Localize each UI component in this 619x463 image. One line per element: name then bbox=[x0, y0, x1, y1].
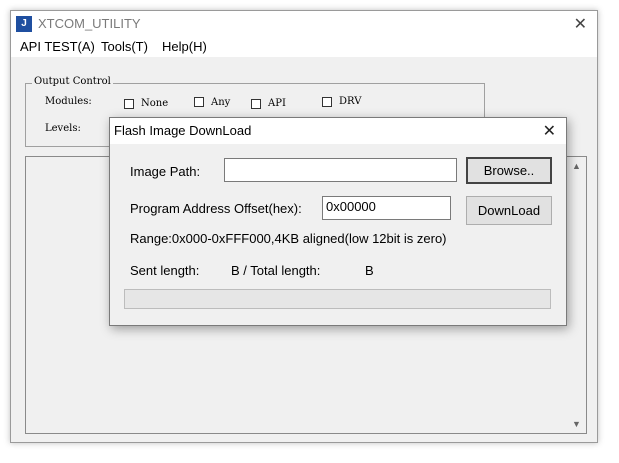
dialog-title: Flash Image DownLoad bbox=[114, 123, 252, 138]
range-text: Range:0x000-0xFFF000,4KB aligned(low 12b… bbox=[130, 231, 447, 246]
total-unit-label: B bbox=[365, 263, 374, 278]
checkbox-api-label: API bbox=[268, 98, 286, 109]
offset-input[interactable]: 0x00000 bbox=[322, 196, 451, 220]
checkbox-any-label: Any bbox=[211, 97, 231, 108]
image-path-label: Image Path: bbox=[130, 164, 201, 179]
scroll-down-icon[interactable]: ▼ bbox=[572, 419, 581, 429]
checkbox-none[interactable] bbox=[124, 99, 134, 109]
offset-label: Program Address Offset(hex): bbox=[130, 201, 302, 216]
close-icon[interactable]: ✕ bbox=[574, 14, 587, 34]
download-progress-bar bbox=[124, 289, 551, 309]
checkbox-drv-label: DRV bbox=[339, 96, 362, 107]
menu-tools[interactable]: Tools(T) bbox=[101, 39, 148, 54]
vertical-scrollbar[interactable]: ▲ ▼ bbox=[570, 159, 584, 431]
image-path-input[interactable] bbox=[224, 158, 457, 182]
app-logo-icon: J bbox=[16, 16, 32, 32]
output-control-legend: Output Control bbox=[32, 76, 113, 87]
flash-download-dialog: Flash Image DownLoad ✕ Image Path: Brows… bbox=[109, 117, 567, 326]
download-button[interactable]: DownLoad bbox=[466, 196, 552, 225]
sent-total-label: B / Total length: bbox=[231, 263, 321, 278]
checkbox-none-label: None bbox=[141, 98, 169, 109]
dialog-close-icon[interactable]: ✕ bbox=[543, 121, 556, 141]
checkbox-any[interactable] bbox=[194, 97, 204, 107]
title-bar: J XTCOM_UTILITY ✕ bbox=[11, 11, 597, 37]
checkbox-drv[interactable] bbox=[322, 97, 332, 107]
levels-label: Levels: bbox=[45, 123, 81, 134]
sent-length-label: Sent length: bbox=[130, 263, 200, 278]
menu-api-test[interactable]: API TEST(A) bbox=[20, 39, 95, 54]
scroll-up-icon[interactable]: ▲ bbox=[572, 161, 581, 171]
menu-help[interactable]: Help(H) bbox=[162, 39, 207, 54]
checkbox-api[interactable] bbox=[251, 99, 261, 109]
menu-bar: API TEST(A) Tools(T) Help(H) bbox=[11, 37, 597, 57]
browse-button[interactable]: Browse.. bbox=[466, 157, 552, 184]
modules-label: Modules: bbox=[45, 96, 92, 107]
dialog-title-bar: Flash Image DownLoad ✕ bbox=[110, 118, 566, 144]
window-title: XTCOM_UTILITY bbox=[38, 16, 141, 31]
